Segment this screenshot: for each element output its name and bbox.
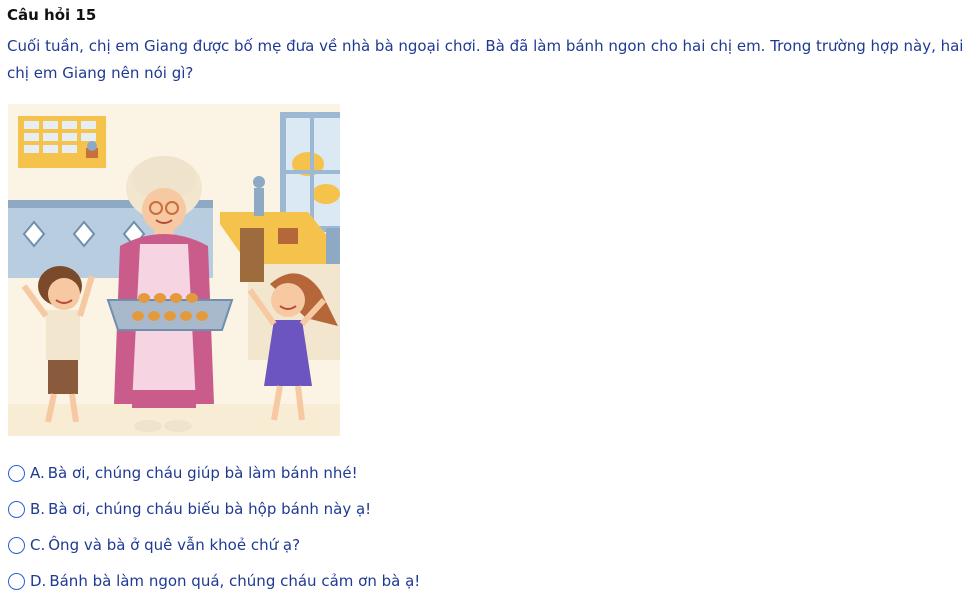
- answer-letter: B.: [30, 500, 46, 518]
- answer-text: Bánh bà làm ngon quá, chúng cháu cảm ơn …: [49, 572, 421, 590]
- radio-circle-icon[interactable]: [8, 500, 25, 518]
- radio-circle-icon[interactable]: [8, 572, 25, 590]
- answer-letter: C.: [30, 536, 46, 554]
- radio-circle-icon[interactable]: [8, 464, 25, 482]
- answer-text: Bà ơi, chúng cháu biếu bà hộp bánh này ạ…: [48, 500, 372, 518]
- answer-text: Bà ơi, chúng cháu giúp bà làm bánh nhé!: [47, 464, 358, 482]
- answer-option-a[interactable]: A. Bà ơi, chúng cháu giúp bà làm bánh nh…: [8, 455, 908, 491]
- answer-option-c[interactable]: C. Ông và bà ở quê vẫn khoẻ chứ ạ?: [8, 527, 908, 563]
- grandmother-baking-illustration: [8, 104, 340, 436]
- answer-letter: A.: [30, 464, 45, 482]
- radio-circle-icon[interactable]: [8, 536, 25, 554]
- question-text: Cuối tuần, chị em Giang được bố mẹ đưa v…: [7, 37, 964, 82]
- wall-shelf: [18, 116, 106, 168]
- answer-options: A. Bà ơi, chúng cháu giúp bà làm bánh nh…: [8, 455, 908, 599]
- answer-option-d[interactable]: D. Bánh bà làm ngon quá, chúng cháu cảm …: [8, 563, 908, 599]
- grandmother: [114, 156, 214, 432]
- answer-text: Ông và bà ở quê vẫn khoẻ chứ ạ?: [48, 536, 301, 554]
- answer-option-b[interactable]: B. Bà ơi, chúng cháu biếu bà hộp bánh nà…: [8, 491, 908, 527]
- illustration-svg: [8, 104, 340, 436]
- question-title: Câu hỏi 15: [7, 6, 97, 24]
- answer-letter: D.: [30, 572, 47, 590]
